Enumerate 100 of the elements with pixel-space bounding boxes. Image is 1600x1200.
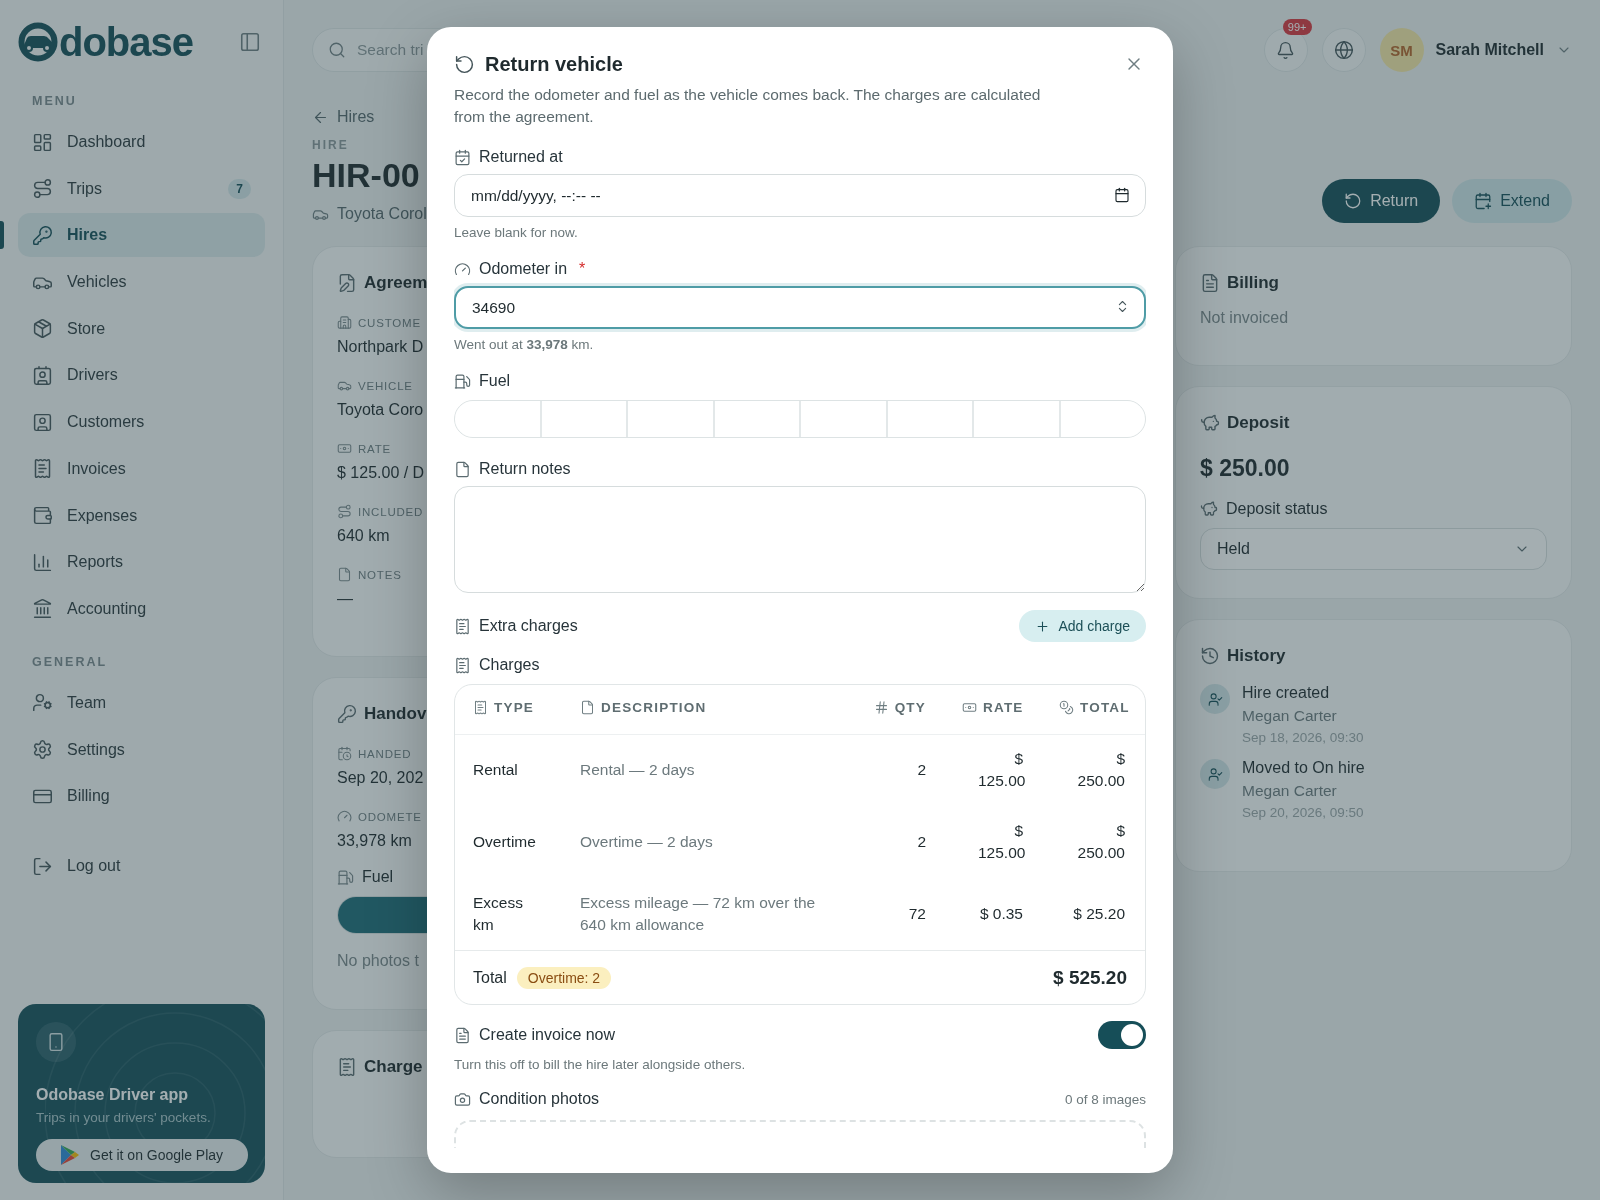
column-header: TOTAL — [1059, 700, 1130, 716]
fuel-pump-icon — [454, 372, 471, 390]
globe-icon — [1333, 40, 1354, 60]
user-menu[interactable]: SM Sarah Mitchell — [1379, 28, 1572, 72]
field-label: VEHICLE — [358, 379, 413, 392]
search-icon — [328, 41, 346, 59]
receipt-icon — [32, 458, 53, 480]
card-title: Charge — [364, 1057, 423, 1077]
calendar-plus-icon — [1474, 192, 1493, 210]
required-mark: * — [579, 260, 586, 278]
language-button[interactable] — [1321, 28, 1366, 72]
key-icon — [337, 704, 357, 724]
promo-title: Odobase Driver app — [36, 1086, 190, 1104]
bar-chart-icon — [32, 551, 53, 573]
rotate-icon — [1344, 192, 1363, 210]
event-time: Sep 20, 2026, 09:50 — [1242, 805, 1365, 820]
photos-note: No photos t — [337, 952, 420, 970]
fuel-segment[interactable] — [801, 401, 886, 437]
file-pen-icon — [337, 273, 357, 293]
field-label: Fuel — [479, 372, 511, 390]
fuel-segment[interactable] — [541, 401, 626, 437]
piggy-bank-icon — [1200, 500, 1218, 518]
field-label: RATE — [358, 442, 392, 455]
event-time: Sep 18, 2026, 09:30 — [1242, 730, 1364, 745]
invoice-toggle[interactable] — [1098, 1021, 1146, 1049]
table-cell-text: 72 — [907, 904, 927, 924]
table-cell: Rental — 2 days — [562, 734, 854, 806]
bank-icon — [32, 598, 53, 620]
total-amount: $ 525.20 — [1053, 966, 1127, 989]
user-name: Sarah Mitchell — [1435, 41, 1544, 59]
fuel-segment[interactable] — [887, 401, 972, 437]
field-value: Toyota Coro — [337, 401, 424, 419]
event-author: Megan Carter — [1242, 707, 1338, 725]
user-gear-icon — [32, 692, 53, 714]
plus-icon — [1035, 618, 1051, 634]
field-value: $ 125.00 / D — [337, 464, 425, 482]
user-check-glyph-icon — [1207, 691, 1223, 707]
field-label: CUSTOME — [358, 316, 421, 329]
rotate-icon — [454, 53, 475, 75]
returned-at-field[interactable]: mm/dd/yyyy, --:-- -- — [454, 174, 1146, 217]
fuel-pump-icon — [337, 868, 354, 886]
fuel-segment[interactable] — [1060, 401, 1145, 437]
id-card-icon — [32, 364, 53, 386]
column-header: QTY — [873, 700, 926, 716]
fuel-segment[interactable] — [714, 401, 799, 437]
count-badge: 7 — [228, 178, 251, 199]
user-check-glyph-icon — [1207, 766, 1223, 782]
gauge-icon — [337, 809, 352, 824]
card-title: Deposit — [1227, 413, 1290, 433]
dialog-description: Record the odometer and fuel as the vehicle comes back. The charges are calculated from the agreement. — [454, 85, 1042, 127]
logout-icon — [32, 855, 53, 877]
receipt-icon — [337, 1057, 357, 1077]
key-icon — [32, 224, 53, 246]
deposit-status-select[interactable]: Held — [1200, 528, 1547, 570]
user-square-icon — [32, 411, 53, 433]
column-header: RATE — [962, 700, 1024, 716]
field-label: HANDED — [358, 747, 412, 760]
table-cell-text: Overtime — 2 days — [579, 832, 714, 852]
field-value: 33,978 km — [337, 832, 412, 850]
wallet-icon — [32, 505, 53, 526]
billing-status: Not invoiced — [1200, 309, 1290, 327]
table-cell-text: $ 25.20 — [1072, 904, 1126, 924]
event-author: Megan Carter — [1242, 782, 1338, 800]
phone-icon — [46, 1032, 66, 1052]
deposit-amount: $ 250.00 — [1200, 455, 1291, 482]
table-cell-text: $ 125.00 — [977, 821, 1027, 863]
bell-icon — [1276, 40, 1295, 60]
route-icon — [32, 178, 53, 200]
section-heading: MENU — [32, 94, 78, 108]
field-hint: Went out at 33,978 km. — [454, 337, 595, 352]
fuel-segment[interactable] — [974, 401, 1059, 437]
fuel-segment[interactable] — [455, 401, 540, 437]
table-cell: $ 125.00 — [944, 734, 1041, 806]
gauge-icon — [454, 260, 471, 278]
field-value: Northpark D — [337, 338, 424, 356]
event-title: Hire created — [1242, 684, 1331, 702]
receipt-icon — [473, 700, 488, 716]
document-icon — [1200, 273, 1220, 293]
field-value: — — [337, 590, 353, 608]
add-charge-button[interactable]: Add charge — [1019, 610, 1146, 642]
odometer-field[interactable]: 34690 — [454, 286, 1146, 329]
field-hint: Turn this off to bill the hire later alongside others. — [454, 1057, 747, 1072]
google-play-button[interactable]: Get it on Google Play — [36, 1139, 248, 1171]
extend-button[interactable]: Extend — [1452, 179, 1572, 223]
return-button[interactable]: Return — [1322, 179, 1441, 223]
table-cell-text: Excess mileage — 72 km over the 640 km allowance — [579, 893, 817, 935]
receipt-icon — [454, 656, 471, 674]
fuel-segment[interactable] — [628, 401, 713, 437]
file-icon — [337, 567, 352, 582]
notes-field[interactable] — [454, 486, 1146, 593]
field-label: Return notes — [479, 460, 571, 478]
table-cell: Rental — [455, 734, 562, 806]
section-heading: GENERAL — [32, 654, 109, 669]
field-label: ODOMETE — [358, 810, 422, 823]
table-cell: 2 — [854, 734, 944, 806]
calendar-icon[interactable] — [1114, 187, 1130, 203]
back-link[interactable]: Hires — [312, 108, 427, 126]
play-store-icon — [60, 1144, 80, 1166]
field-label: Condition photos — [479, 1090, 600, 1108]
field-label: Returned at — [479, 148, 563, 166]
